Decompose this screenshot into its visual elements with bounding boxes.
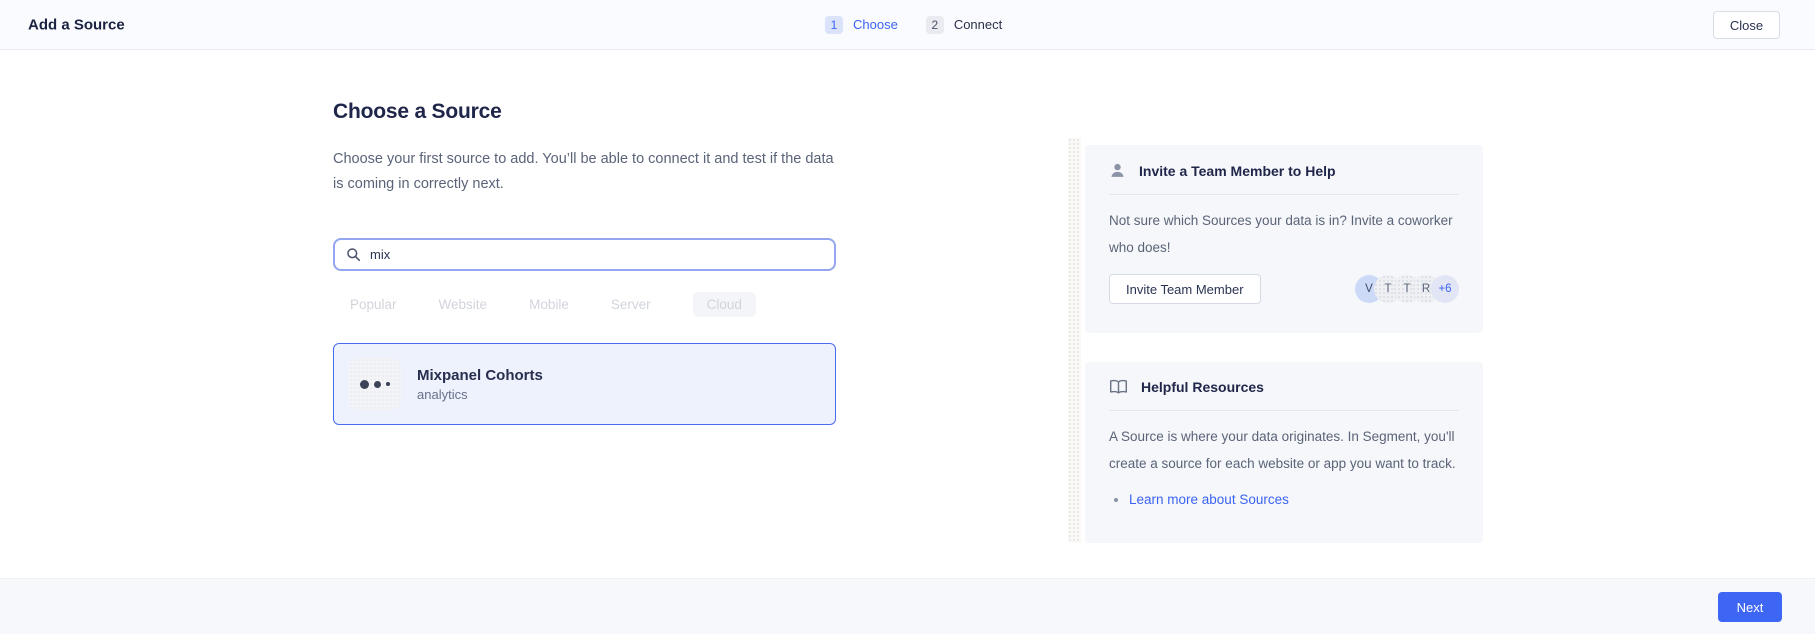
resources-panel-body: A Source is where your data originates. … <box>1109 423 1459 477</box>
wizard-stepper: 1 Choose 2 Connect <box>825 0 1002 49</box>
top-bar: Add a Source 1 Choose 2 Connect Close <box>0 0 1815 50</box>
help-sidebar: Invite a Team Member to Help Not sure wh… <box>1068 50 1483 578</box>
tab-website[interactable]: Website <box>439 297 488 312</box>
resources-panel-title: Helpful Resources <box>1141 379 1264 395</box>
source-search-box[interactable] <box>333 238 836 271</box>
person-icon <box>1109 162 1126 179</box>
close-button[interactable]: Close <box>1713 11 1780 39</box>
source-category: analytics <box>417 387 543 402</box>
source-title: Mixpanel Cohorts <box>417 367 543 384</box>
tab-server[interactable]: Server <box>611 297 651 312</box>
team-avatar-stack: V T T R +6 <box>1355 275 1459 303</box>
main-area: Choose a Source Choose your first source… <box>0 50 1815 578</box>
search-icon <box>346 247 361 262</box>
panel-divider <box>1109 194 1459 195</box>
invite-panel-header: Invite a Team Member to Help <box>1109 162 1459 179</box>
page-title: Add a Source <box>28 16 125 33</box>
source-result-mixpanel-cohorts[interactable]: Mixpanel Cohorts analytics <box>333 343 836 425</box>
step-choose-label: Choose <box>853 17 898 32</box>
mixpanel-logo-icon <box>349 358 401 410</box>
book-icon <box>1109 379 1128 395</box>
resources-link-list: Learn more about Sources <box>1109 489 1459 511</box>
step-connect[interactable]: 2 Connect <box>926 16 1002 34</box>
avatar-overflow-count: +6 <box>1431 275 1459 303</box>
invite-panel-title: Invite a Team Member to Help <box>1139 163 1336 179</box>
next-button[interactable]: Next <box>1718 592 1782 622</box>
resources-panel-header: Helpful Resources <box>1109 379 1459 395</box>
tab-popular[interactable]: Popular <box>350 297 397 312</box>
panel-divider <box>1109 410 1459 411</box>
section-heading: Choose a Source <box>333 98 502 126</box>
add-source-wizard: Add a Source 1 Choose 2 Connect Close Ch… <box>0 0 1815 634</box>
footer-bar: Next <box>0 578 1815 634</box>
invite-team-member-button[interactable]: Invite Team Member <box>1109 274 1261 304</box>
tab-cloud[interactable]: Cloud <box>693 292 756 317</box>
invite-panel-body: Not sure which Sources your data is in? … <box>1109 207 1459 261</box>
helpful-resources-panel: Helpful Resources A Source is where your… <box>1085 362 1483 543</box>
tab-mobile[interactable]: Mobile <box>529 297 569 312</box>
search-input[interactable] <box>370 247 823 262</box>
step-connect-label: Connect <box>954 17 1002 32</box>
step-choose-number: 1 <box>825 16 843 34</box>
step-connect-number: 2 <box>926 16 944 34</box>
learn-more-sources-link[interactable]: Learn more about Sources <box>1129 492 1289 507</box>
category-tabs: Popular Website Mobile Server Cloud <box>350 290 756 318</box>
step-choose[interactable]: 1 Choose <box>825 16 898 34</box>
section-description: Choose your first source to add. You’ll … <box>333 147 838 197</box>
invite-team-panel: Invite a Team Member to Help Not sure wh… <box>1085 145 1483 333</box>
invite-row: Invite Team Member V T T R +6 <box>1109 274 1459 304</box>
dotted-divider <box>1068 138 1081 543</box>
list-item: Learn more about Sources <box>1129 489 1459 511</box>
source-result-text: Mixpanel Cohorts analytics <box>417 367 543 402</box>
